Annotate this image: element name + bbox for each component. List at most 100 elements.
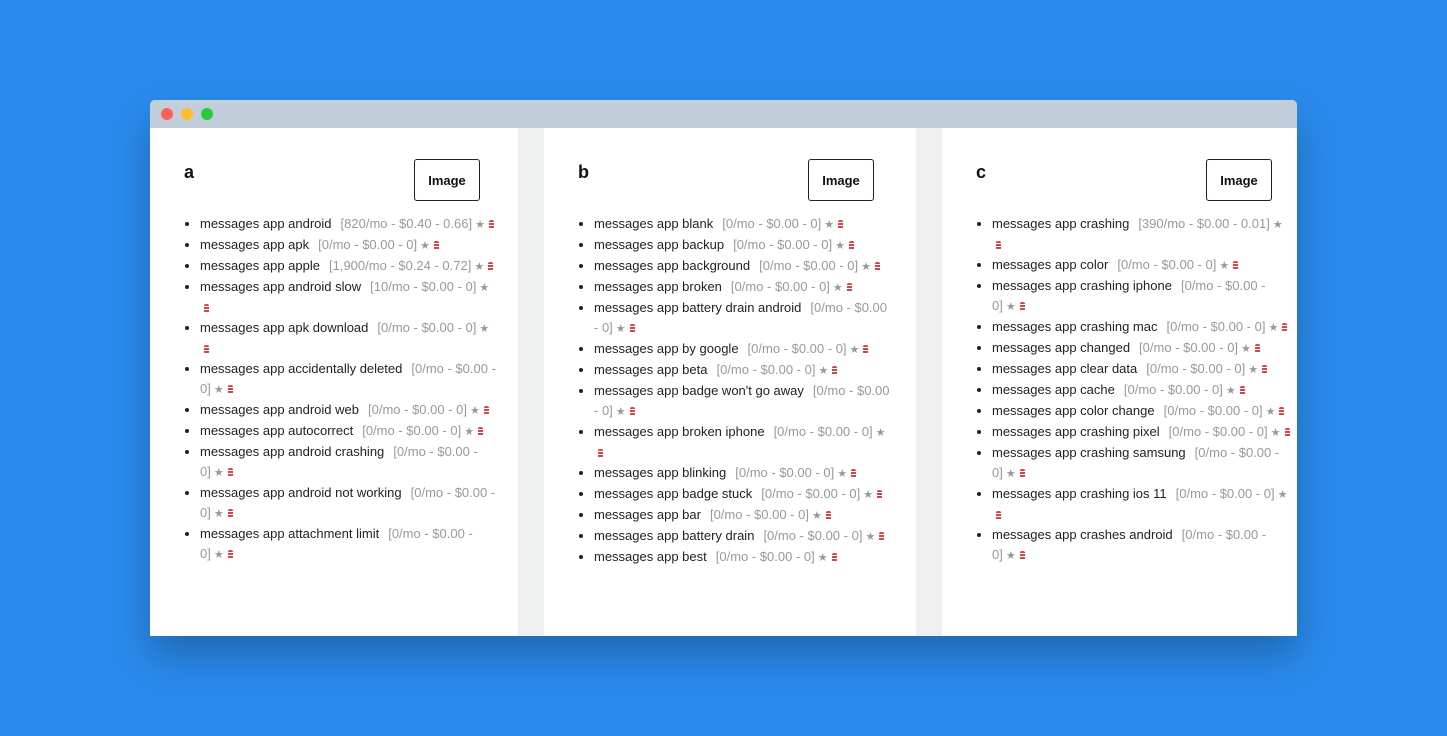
database-icon[interactable]	[877, 490, 883, 499]
database-icon[interactable]	[863, 345, 869, 354]
keyword-stats: [0/mo - $0.00 - 0]	[368, 402, 467, 417]
star-icon[interactable]: ★	[214, 549, 224, 561]
image-button[interactable]: Image	[808, 159, 874, 201]
database-icon[interactable]	[488, 220, 494, 229]
star-icon[interactable]: ★	[812, 510, 822, 522]
database-icon[interactable]	[1233, 261, 1239, 270]
database-icon[interactable]	[227, 550, 233, 559]
star-icon[interactable]: ★	[214, 508, 224, 520]
star-icon[interactable]: ★	[475, 219, 485, 231]
star-icon[interactable]: ★	[420, 240, 430, 252]
database-icon[interactable]	[1019, 551, 1025, 560]
database-icon[interactable]	[1019, 469, 1025, 478]
star-icon[interactable]: ★	[616, 406, 626, 418]
keyword-text: messages app broken	[594, 279, 722, 294]
database-icon[interactable]	[227, 509, 233, 518]
keyword-text: messages app badge won't go away	[594, 383, 804, 398]
database-icon[interactable]	[879, 532, 885, 541]
keyword-text: messages app bar	[594, 507, 701, 522]
star-icon[interactable]: ★	[833, 282, 843, 294]
database-icon[interactable]	[478, 427, 484, 436]
star-icon[interactable]: ★	[479, 282, 489, 294]
database-icon[interactable]	[838, 220, 844, 229]
database-icon[interactable]	[1282, 323, 1288, 332]
database-icon[interactable]	[598, 449, 603, 458]
star-icon[interactable]: ★	[479, 323, 489, 335]
star-icon[interactable]: ★	[214, 467, 224, 479]
star-icon[interactable]: ★	[214, 384, 224, 396]
keyword-stats: [0/mo - $0.00 - 0]	[1168, 424, 1268, 439]
star-icon[interactable]: ★	[1271, 427, 1281, 439]
keyword-stats: [0/mo - $0.00 - 0]	[1146, 361, 1246, 376]
database-icon[interactable]	[1254, 344, 1260, 353]
keyword-stats: [0/mo - $0.00 - 0]	[763, 528, 863, 543]
image-button[interactable]: Image	[414, 159, 480, 201]
star-icon[interactable]: ★	[835, 240, 845, 252]
close-window-button[interactable]	[161, 108, 173, 120]
star-icon[interactable]: ★	[616, 323, 626, 335]
image-button[interactable]: Image	[1206, 159, 1272, 201]
keyword-list: messages app android [820/mo - $0.40 - 0.…	[184, 214, 498, 565]
star-icon[interactable]: ★	[1268, 322, 1278, 334]
keyword-stats: [0/mo - $0.00 - 0]	[730, 279, 830, 294]
database-icon[interactable]	[1019, 302, 1025, 311]
database-icon[interactable]	[434, 241, 439, 250]
database-icon[interactable]	[488, 262, 494, 271]
star-icon[interactable]: ★	[1241, 343, 1251, 355]
star-icon[interactable]: ★	[850, 344, 860, 356]
star-icon[interactable]: ★	[474, 261, 484, 273]
star-icon[interactable]: ★	[863, 489, 873, 501]
list-item: messages app autocorrect [0/mo - $0.00 - …	[200, 421, 498, 442]
star-icon[interactable]: ★	[818, 552, 828, 564]
keyword-text: messages app crashing samsung	[992, 445, 1186, 460]
star-icon[interactable]: ★	[837, 468, 847, 480]
database-icon[interactable]	[629, 407, 635, 416]
star-icon[interactable]: ★	[865, 531, 875, 543]
star-icon[interactable]: ★	[1248, 364, 1258, 376]
keyword-text: messages app crashing pixel	[992, 424, 1160, 439]
star-icon[interactable]: ★	[818, 365, 828, 377]
keyword-stats: [0/mo - $0.00 - 0]	[747, 341, 847, 356]
star-icon[interactable]: ★	[1266, 406, 1276, 418]
star-icon[interactable]: ★	[1219, 260, 1229, 272]
database-icon[interactable]	[1262, 365, 1268, 374]
database-icon[interactable]	[629, 324, 635, 333]
column-title: b	[578, 162, 589, 182]
keyword-stats: [0/mo - $0.00 - 0]	[761, 486, 861, 501]
star-icon[interactable]: ★	[1006, 550, 1016, 562]
keyword-text: messages app badge stuck	[594, 486, 753, 501]
star-icon[interactable]: ★	[1006, 301, 1016, 313]
database-icon[interactable]	[1284, 428, 1290, 437]
column-a: a Image messages app android [820/mo - $0…	[150, 128, 518, 636]
maximize-window-button[interactable]	[201, 108, 213, 120]
star-icon[interactable]: ★	[824, 219, 834, 231]
database-icon[interactable]	[874, 262, 880, 271]
database-icon[interactable]	[848, 241, 854, 250]
star-icon[interactable]: ★	[1273, 219, 1283, 231]
star-icon[interactable]: ★	[470, 405, 480, 417]
keyword-text: messages app battery drain android	[594, 300, 802, 315]
star-icon[interactable]: ★	[861, 261, 871, 273]
database-icon[interactable]	[846, 283, 852, 292]
list-item: messages app android [820/mo - $0.40 - 0.…	[200, 214, 498, 235]
database-icon[interactable]	[831, 553, 837, 562]
database-icon[interactable]	[996, 511, 1001, 520]
database-icon[interactable]	[204, 304, 209, 313]
star-icon[interactable]: ★	[1006, 468, 1016, 480]
database-icon[interactable]	[832, 366, 838, 375]
database-icon[interactable]	[825, 511, 831, 520]
database-icon[interactable]	[483, 406, 489, 415]
star-icon[interactable]: ★	[1278, 489, 1288, 501]
database-icon[interactable]	[227, 468, 233, 477]
database-icon[interactable]	[1239, 386, 1245, 395]
star-icon[interactable]: ★	[1226, 385, 1236, 397]
database-icon[interactable]	[1279, 407, 1285, 416]
list-item: messages app crashing mac [0/mo - $0.00 -…	[992, 317, 1290, 338]
minimize-window-button[interactable]	[181, 108, 193, 120]
database-icon[interactable]	[227, 385, 233, 394]
database-icon[interactable]	[204, 345, 209, 354]
database-icon[interactable]	[851, 469, 857, 478]
star-icon[interactable]: ★	[876, 427, 886, 439]
star-icon[interactable]: ★	[464, 426, 474, 438]
database-icon[interactable]	[996, 241, 1001, 250]
